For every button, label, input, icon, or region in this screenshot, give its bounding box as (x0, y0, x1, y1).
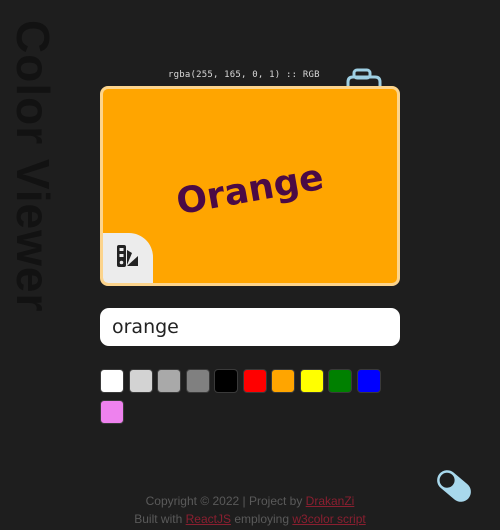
w3color-link[interactable]: w3color script (292, 512, 365, 526)
author-link[interactable]: DrakanZi (306, 494, 355, 508)
footer-copyright: Copyright © 2022 | Project by (145, 494, 303, 508)
color-swatch[interactable] (100, 369, 124, 393)
color-name: Orange (173, 156, 327, 224)
color-search-input[interactable] (100, 308, 400, 346)
color-swatch[interactable] (356, 369, 381, 393)
reactjs-link[interactable]: ReactJS (186, 512, 231, 526)
color-swatch[interactable] (242, 369, 267, 393)
color-swatch[interactable] (157, 369, 181, 393)
color-swatch[interactable] (328, 369, 352, 393)
footer-employing: employing (234, 512, 290, 526)
color-code-label: rgba(255, 165, 0, 1) :: RGB (168, 70, 320, 80)
color-swatch[interactable] (128, 369, 153, 393)
color-preview-card: Orange (100, 86, 400, 286)
color-swatch[interactable] (271, 369, 295, 393)
color-swatch[interactable] (214, 369, 238, 393)
palette-icon (116, 244, 140, 272)
footer-copyright-line: Copyright © 2022 | Project by DrakanZi (0, 492, 500, 510)
color-swatch[interactable] (185, 369, 210, 393)
palette-button[interactable] (103, 233, 153, 283)
footer: Copyright © 2022 | Project by DrakanZi B… (0, 492, 500, 528)
color-swatch[interactable] (100, 400, 124, 424)
color-swatch[interactable] (299, 369, 324, 393)
app-title: Color Viewer (7, 20, 59, 313)
footer-built-with: Built with (134, 512, 183, 526)
footer-built-line: Built with ReactJS employing w3color scr… (0, 510, 500, 528)
